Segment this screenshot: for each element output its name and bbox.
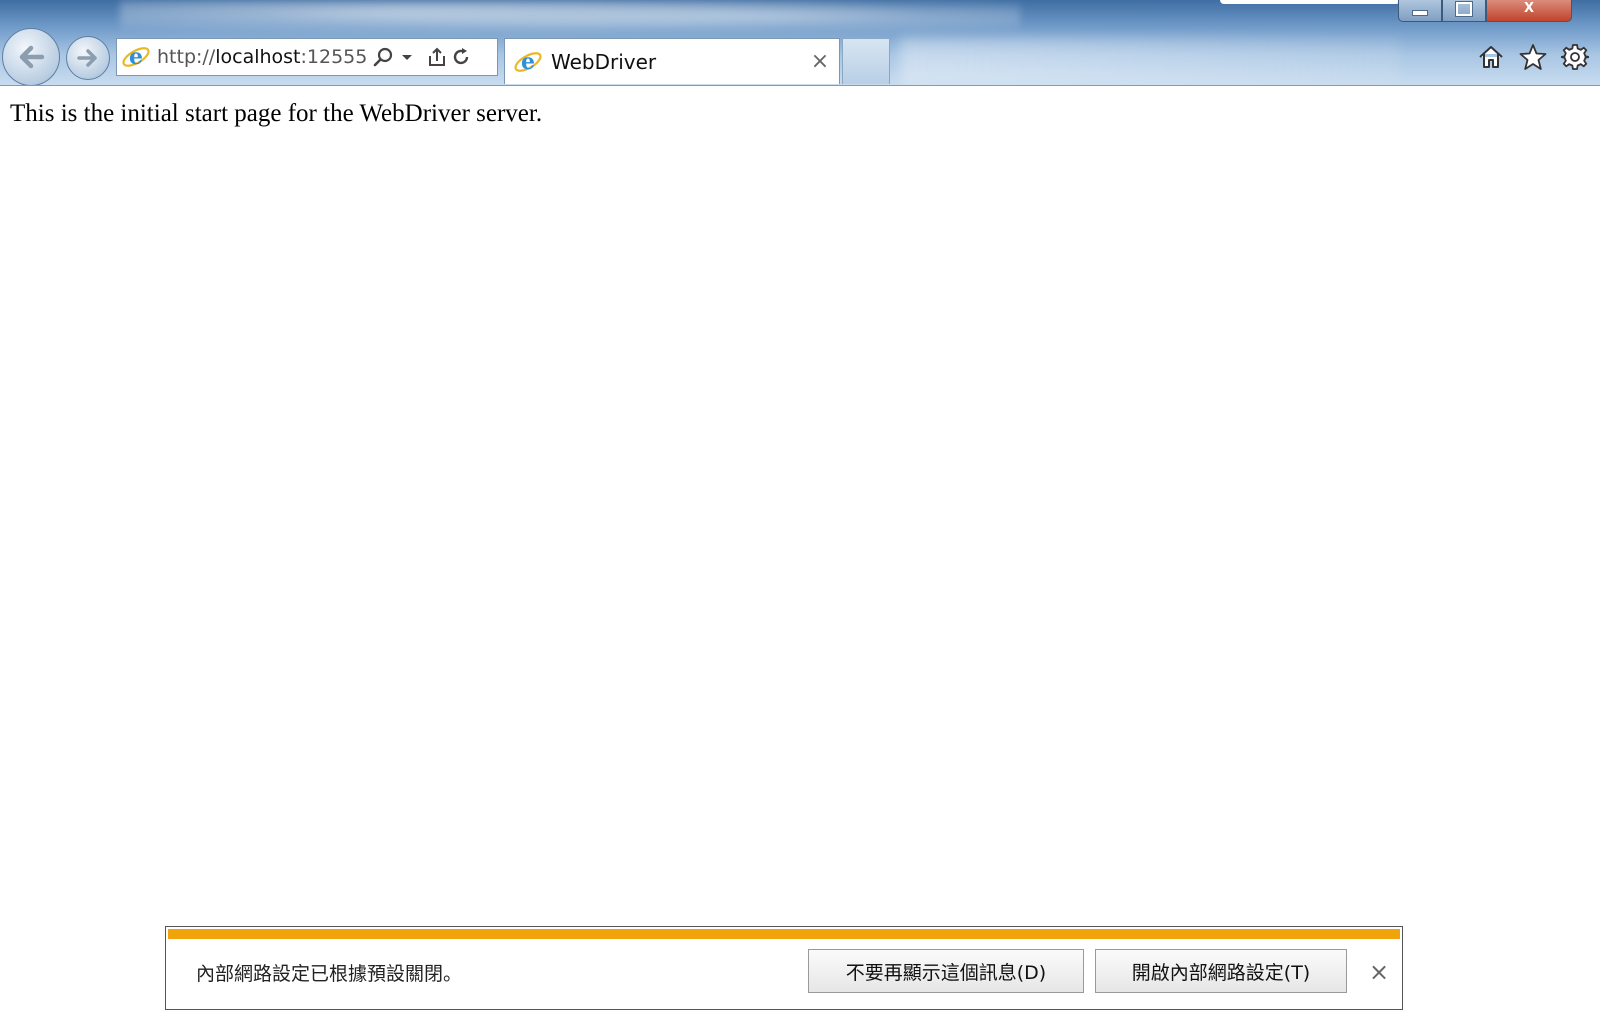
notification-message: 內部網路設定已根據預設關閉。 (196, 963, 463, 985)
tab-close-icon[interactable]: × (805, 47, 835, 77)
search-icon (373, 47, 393, 67)
tab-favicon-icon: e (514, 49, 542, 75)
compatibility-view-icon (429, 47, 445, 66)
svg-text:e: e (521, 49, 535, 75)
address-url[interactable]: http://localhost:12555 (157, 46, 371, 68)
back-arrow-icon (19, 45, 45, 69)
home-button[interactable] (1476, 42, 1506, 72)
favorites-button[interactable] (1518, 42, 1548, 72)
notification-bar: 內部網路設定已根據預設關閉。 不要再顯示這個訊息(D) 開啟內部網路設定(T) … (165, 926, 1403, 1010)
page-body-text: This is the initial start page for the W… (10, 100, 543, 127)
title-bar-highlight (1220, 0, 1400, 4)
url-prefix: http:// (157, 46, 216, 68)
refresh-button[interactable] (449, 45, 473, 69)
url-host: localhost (215, 46, 301, 68)
dont-show-again-button[interactable]: 不要再顯示這個訊息(D) (808, 949, 1084, 993)
tab-title: WebDriver (551, 49, 657, 74)
close-window-button[interactable]: X (1486, 0, 1572, 22)
browser-chrome: X e http://localhost:12555 e WebDriver × (0, 0, 1600, 86)
gear-icon (1561, 44, 1589, 70)
tab-webdriver[interactable]: e WebDriver × (504, 38, 840, 84)
address-dropdown-button[interactable] (395, 45, 419, 69)
compatibility-view-button[interactable] (425, 45, 449, 69)
internet-explorer-icon: e (122, 44, 150, 70)
search-button[interactable] (371, 45, 395, 69)
back-button[interactable] (2, 28, 60, 85)
tools-button[interactable] (1560, 42, 1590, 72)
url-port: :12555 (300, 46, 368, 68)
notification-accent-stripe (168, 929, 1400, 939)
forward-arrow-icon (77, 49, 97, 67)
home-icon (1479, 46, 1503, 68)
notification-close-icon[interactable]: × (1364, 957, 1394, 987)
minimize-button[interactable] (1398, 0, 1442, 22)
refresh-icon (453, 48, 469, 65)
command-toolbar (1476, 42, 1590, 72)
enable-intranet-settings-button[interactable]: 開啟內部網路設定(T) (1095, 949, 1347, 993)
chevron-down-icon (402, 55, 412, 60)
address-bar[interactable]: e http://localhost:12555 (116, 38, 498, 76)
forward-button[interactable] (66, 36, 110, 80)
maximize-button[interactable] (1442, 0, 1486, 22)
window-controls: X (1398, 0, 1572, 22)
new-tab-button[interactable] (842, 38, 890, 84)
svg-text:e: e (129, 44, 143, 70)
star-icon (1519, 44, 1547, 70)
